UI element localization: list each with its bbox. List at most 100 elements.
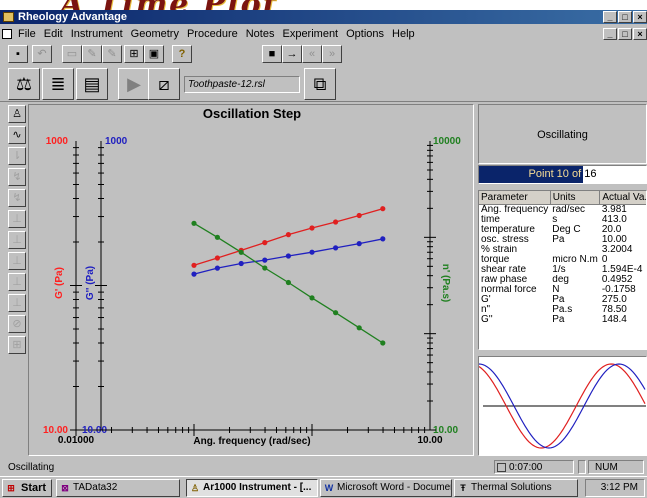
tool-8-icon[interactable]: ⊥ [8, 252, 26, 270]
document-icon[interactable] [2, 29, 12, 39]
window-icon[interactable]: ▣ [144, 45, 164, 63]
menu-procedure[interactable]: Procedure [183, 28, 242, 40]
parameter-row[interactable]: shear rate 1/s 1.594E-4 [479, 265, 646, 275]
parameter-row[interactable]: Ang. frequency rad/sec 3.981 [479, 204, 646, 215]
tool-10-icon[interactable]: ⊥ [8, 294, 26, 312]
parameter-row[interactable]: normal force N -0.1758 [479, 284, 646, 295]
tool-5-icon[interactable]: ↯ [8, 189, 26, 207]
tool-6-icon[interactable]: ⊥ [8, 210, 26, 228]
doc-maximize-button[interactable]: □ [618, 28, 632, 40]
chart-svg: Oscillation Step 1000 1000 10000 10.00 1… [43, 106, 461, 447]
menu-bar: File Edit Instrument Geometry Procedure … [0, 26, 647, 42]
column-header-parameter[interactable]: Parameter [479, 191, 551, 205]
parameter-units: micro N.m [552, 254, 598, 265]
doc-close-button[interactable]: × [633, 28, 647, 40]
procedure-list-icon[interactable]: ≣ [42, 68, 74, 100]
parameter-value: -0.1758 [601, 284, 636, 295]
parameter-row[interactable]: time s 413.0 [479, 214, 646, 225]
data-point [285, 232, 291, 238]
standard-toolbar: ▪ ↶ ▭ ✎ ✎ ⊞ ▣ ? ■ → « » [0, 43, 647, 65]
task-microsoft-word[interactable]: W Microsoft Word - Document1 [320, 479, 452, 497]
parameter-row[interactable]: osc. stress Pa 10.00 [479, 234, 646, 245]
clock[interactable]: 3:12 PM [601, 482, 638, 493]
close-button[interactable]: × [633, 11, 647, 23]
tool-11-icon[interactable]: ⊘ [8, 315, 26, 333]
menu-geometry[interactable]: Geometry [127, 28, 183, 40]
layout-icon[interactable]: ⊞ [124, 45, 144, 63]
oscillation-chart[interactable]: Oscillation Step 1000 1000 10000 10.00 1… [28, 104, 474, 456]
parameter-units: deg [552, 274, 569, 285]
undo-icon[interactable]: ↶ [32, 45, 52, 63]
menu-notes[interactable]: Notes [242, 28, 279, 40]
parameter-row[interactable]: G' Pa 275.0 [479, 294, 646, 305]
data-point [356, 241, 362, 247]
tool-4-icon[interactable]: ↯ [8, 168, 26, 186]
instrument-icon[interactable]: ⚖ [8, 68, 40, 100]
edit-icon[interactable]: ✎ [82, 45, 102, 63]
instrument-view-icon[interactable]: ♙ [8, 105, 26, 123]
waveform-panel [478, 356, 647, 456]
title-bar[interactable]: Rheology Advantage _ □ × [0, 10, 647, 24]
parameter-name: G'' [481, 314, 493, 325]
parameter-row[interactable]: % strain 3.2004 [479, 245, 646, 255]
x-max-tick: 10.00 [417, 435, 442, 446]
tool-icon[interactable]: ✎ [102, 45, 122, 63]
app-icon[interactable] [3, 12, 14, 22]
viscosity-top-tick: 10000 [433, 136, 461, 147]
save-results-icon[interactable]: ⧉ [304, 68, 336, 100]
step-icon[interactable]: → [282, 45, 302, 63]
parameter-name: G' [481, 294, 491, 305]
save-icon[interactable]: ▪ [8, 45, 28, 63]
step-back-icon[interactable]: « [302, 45, 322, 63]
parameter-value: 10.00 [601, 234, 627, 245]
parameter-row[interactable]: n" Pa.s 78.50 [479, 305, 646, 315]
g-prime-axis-label: G' (Pa) [54, 267, 65, 299]
parameter-value: 3.981 [601, 204, 627, 215]
parameter-table[interactable]: Parameter Units Actual Va... Ang. freque… [478, 190, 647, 350]
word-icon: W [324, 483, 334, 493]
tool-7-icon[interactable]: ⊥ [8, 231, 26, 249]
column-header-actual-value[interactable]: Actual Va... [599, 191, 646, 205]
start-label: Start [21, 482, 47, 494]
parameter-units: Pa [552, 294, 565, 305]
parameter-value: 148.4 [601, 314, 627, 325]
menu-experiment[interactable]: Experiment [278, 28, 342, 40]
parameter-row[interactable]: G'' Pa 148.4 [479, 314, 646, 325]
column-header-units[interactable]: Units [550, 191, 601, 205]
minimize-button[interactable]: _ [603, 11, 617, 23]
menu-help[interactable]: Help [388, 28, 419, 40]
task-tadata32[interactable]: ⊠ TAData32 [56, 479, 180, 497]
task-thermal-solutions[interactable]: Ŧ Thermal Solutions [454, 479, 578, 497]
menu-edit[interactable]: Edit [40, 28, 67, 40]
parameter-name: time [481, 214, 500, 225]
menu-file[interactable]: File [14, 28, 40, 40]
start-button[interactable]: ⊞ Start [2, 479, 52, 497]
graph-icon[interactable]: ⧄ [148, 68, 180, 100]
file-name-field[interactable]: Toothpaste-12.rsl [184, 76, 300, 93]
doc-minimize-button[interactable]: _ [603, 28, 617, 40]
parameter-units: Pa [552, 314, 565, 325]
sine-view-icon[interactable]: ∿ [8, 126, 26, 144]
window-title: Rheology Advantage [18, 11, 127, 23]
data-point [356, 212, 362, 219]
notes-icon[interactable]: ▤ [76, 68, 108, 100]
tool-3-icon[interactable]: ⇂ [8, 147, 26, 165]
menu-options[interactable]: Options [342, 28, 388, 40]
tool-12-icon[interactable]: ⊞ [8, 336, 26, 354]
parameter-row[interactable]: torque micro N.m 0 [479, 254, 646, 265]
parameter-value: 413.0 [601, 214, 627, 225]
help-icon[interactable]: ? [172, 45, 192, 63]
parameter-name: Ang. frequency [481, 204, 549, 215]
tool-9-icon[interactable]: ⊥ [8, 273, 26, 291]
maximize-button[interactable]: □ [618, 11, 632, 23]
step-forward-icon[interactable]: » [322, 45, 342, 63]
run-icon[interactable]: ▶ [118, 68, 150, 100]
task-ar1000-instrument[interactable]: ♙ Ar1000 Instrument - [... [186, 479, 318, 497]
open-icon[interactable]: ▭ [62, 45, 82, 63]
parameter-units: s [552, 214, 558, 225]
parameter-row[interactable]: raw phase deg 0.4952 [479, 274, 646, 285]
stop-icon[interactable]: ■ [262, 45, 282, 63]
parameter-row[interactable]: temperature Deg C 20.0 [479, 225, 646, 235]
tadata-icon: ⊠ [61, 483, 69, 493]
menu-instrument[interactable]: Instrument [67, 28, 127, 40]
